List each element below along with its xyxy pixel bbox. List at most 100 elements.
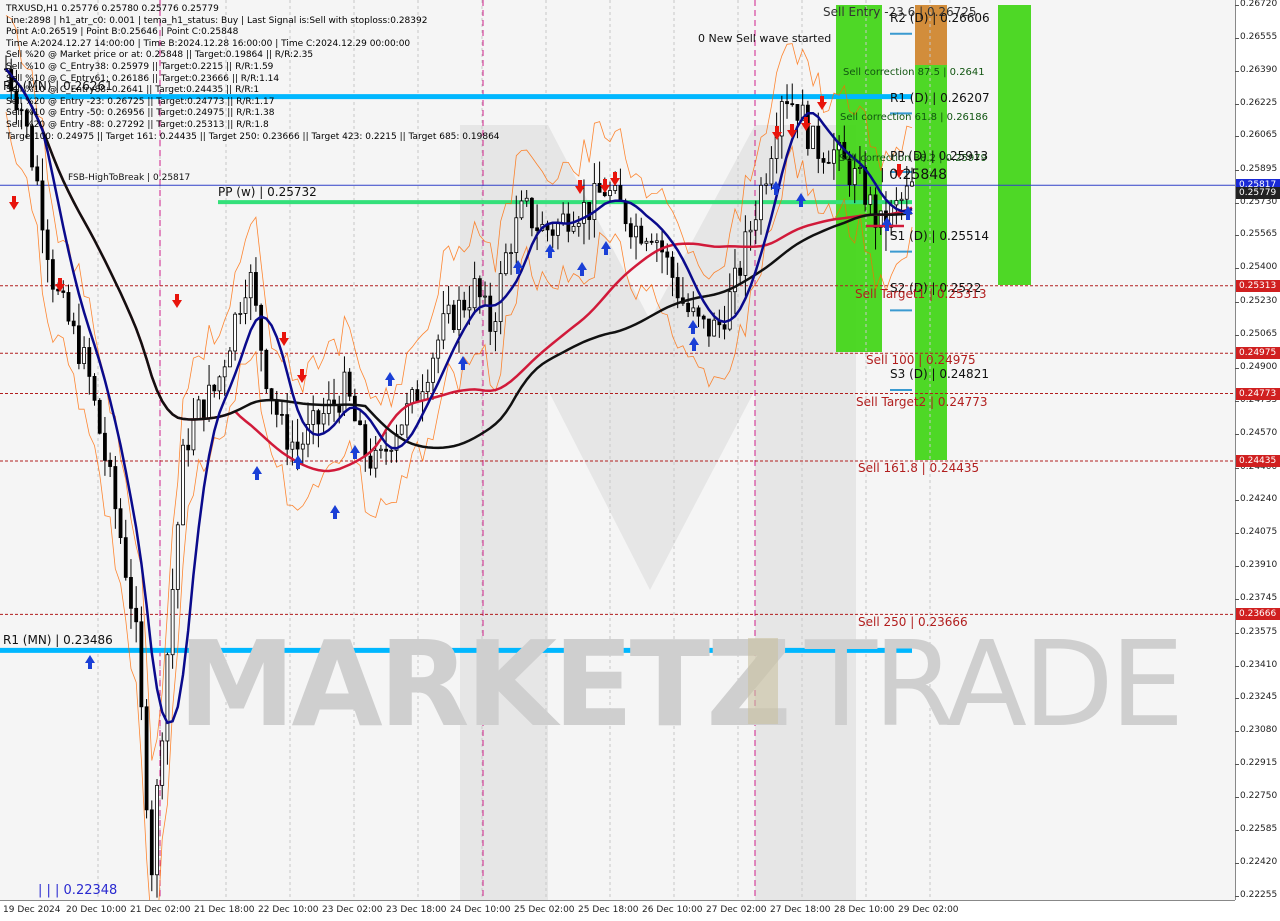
candle-body (582, 202, 586, 224)
candle-body (608, 190, 612, 197)
price-tick: 0.26390 (1234, 64, 1278, 75)
signal-zone (998, 5, 1031, 285)
candle-body (170, 589, 175, 656)
candle-body (415, 389, 420, 402)
time-tick: 27 Dec 18:00 (770, 905, 831, 915)
price-tick: 0.26720 (1234, 0, 1278, 9)
candle-body (181, 444, 185, 526)
candle-body (654, 240, 659, 243)
candle-body (280, 413, 284, 416)
candle-body (670, 256, 675, 278)
candle-body (165, 654, 170, 742)
candle-body (451, 304, 456, 331)
candle-body (196, 399, 201, 420)
candle-body (529, 197, 534, 229)
sell-arrow (172, 294, 182, 308)
candle-body (384, 448, 389, 452)
price-tick: 0.22255 (1234, 890, 1278, 900)
candle-body (743, 231, 748, 276)
label-sell-corr-618: Sell correction 61.8 | 0.26186 (840, 112, 989, 123)
price-axis[interactable]: 0.26720 0.26555 0.26390 0.26225 0.26065 0.258… (1234, 0, 1280, 900)
price-tag: 0.23666 (1236, 608, 1280, 621)
candle-body (103, 432, 107, 461)
price-tag: 0.24435 (1236, 454, 1280, 467)
candle-body (623, 201, 628, 225)
candle-body (571, 225, 576, 232)
price-tick: 0.23575 (1234, 626, 1278, 637)
candle-body (831, 149, 836, 164)
buy-arrow (330, 505, 340, 519)
time-tick: 20 Dec 10:00 (66, 905, 127, 915)
candle-body (76, 325, 81, 364)
candle-body (701, 315, 706, 320)
time-tick: 21 Dec 02:00 (130, 905, 191, 915)
candle-body (97, 399, 102, 434)
candle-body (311, 410, 316, 425)
candle-body (212, 384, 217, 392)
candle-body (108, 459, 113, 467)
candle-body (467, 307, 472, 311)
price-tick: 0.22915 (1234, 758, 1278, 769)
time-tick: 19 Dec 2024 (3, 905, 61, 915)
sell-arrow (279, 332, 289, 346)
candle-body (597, 183, 602, 193)
candle-body (519, 200, 524, 219)
time-tick: 25 Dec 18:00 (578, 905, 639, 915)
candle-body (712, 319, 717, 337)
candle-body (269, 388, 274, 401)
price-tick: 0.23080 (1234, 725, 1278, 736)
candle-body (576, 222, 581, 227)
candle-body (816, 125, 821, 159)
candle-body (71, 320, 76, 327)
candle-body (40, 180, 45, 231)
price-tick: 0.25230 (1234, 296, 1278, 307)
candle-body (66, 292, 71, 322)
time-tick: 21 Dec 18:00 (194, 905, 255, 915)
candle-body (592, 183, 597, 220)
price-tag: 0.25779 (1236, 186, 1280, 199)
candle-body (904, 185, 909, 200)
price-tick: 0.22585 (1234, 824, 1278, 835)
time-axis[interactable]: 19 Dec 2024 20 Dec 10:00 21 Dec 02:00 21 De… (0, 900, 1235, 921)
candle-body (347, 371, 352, 397)
candle-body (144, 706, 149, 811)
candle-body (665, 251, 670, 258)
candle-body (696, 307, 701, 317)
candle-body (373, 449, 378, 469)
candle-body (738, 267, 743, 276)
info-line: Sell %20 @ Entry -23: 0.26725 || Target:… (6, 96, 275, 107)
candle-body (503, 252, 508, 275)
candle-body (550, 229, 555, 236)
buy-arrow (85, 655, 95, 669)
candle-body (35, 166, 40, 182)
sell-arrow (610, 172, 620, 186)
candle-body (358, 420, 362, 426)
candle-body (217, 376, 222, 392)
label-sell-100: Sell 100 | 0.24975 (866, 353, 976, 367)
label-c-price: | 0.25848 (880, 167, 948, 183)
candle-body (524, 197, 529, 202)
candle-body (316, 410, 321, 425)
price-tick: 0.26555 (1234, 31, 1278, 42)
buy-arrow (385, 372, 395, 386)
candle-body (222, 366, 227, 378)
label-r1-mn: R1 (MN) | 0.23486 (3, 633, 113, 647)
label-s1-d: S1 (D) | 0.25514 (890, 229, 989, 243)
candle-body (285, 414, 290, 450)
price-tick: 0.24900 (1234, 362, 1278, 373)
candle-body (602, 191, 607, 197)
candle-body (535, 227, 540, 231)
sell-arrow (9, 196, 19, 210)
candle-body (321, 413, 326, 425)
time-tick: 24 Dec 10:00 (450, 905, 511, 915)
candle-body (238, 313, 243, 315)
candle-body (227, 350, 232, 368)
info-line: Point A:0.26519 | Point B:0.25646 | Poin… (6, 27, 239, 38)
price-tag: 0.25313 (1236, 279, 1280, 292)
candle-body (368, 455, 373, 469)
candle-body (509, 252, 513, 255)
plot-area: MARKETZ TRADE TRXUSD,H1 0.25776 0.25780 … (0, 0, 1235, 900)
candle-body (233, 313, 238, 352)
candle-body (300, 443, 305, 450)
buy-arrow (293, 455, 303, 469)
